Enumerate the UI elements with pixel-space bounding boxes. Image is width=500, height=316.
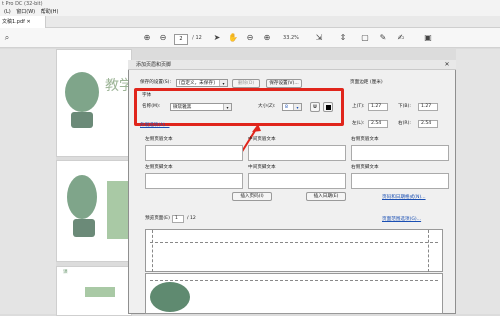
select-tool-icon[interactable]: ➤ — [212, 33, 222, 43]
center-footer-input[interactable] — [248, 173, 346, 189]
search-icon[interactable]: ⌕ — [2, 33, 12, 43]
slide-caption: 课 — [63, 270, 68, 275]
bottom-margin-label: 下(B): — [398, 104, 411, 109]
green-band-2 — [85, 287, 115, 297]
save-settings-button[interactable]: 保存设置(V)... — [266, 79, 302, 88]
page-range-options-link[interactable]: 页面范围选项(G)... — [382, 216, 421, 222]
tab-close-icon[interactable]: ✕ — [26, 19, 30, 25]
preview-top — [145, 229, 443, 272]
page-up-icon[interactable]: ⊕ — [142, 33, 152, 43]
hand-tool-icon[interactable]: ✋ — [228, 33, 238, 43]
page-number-input[interactable]: 2 — [174, 34, 188, 45]
insert-page-number-button[interactable]: 插入页码(I) — [232, 192, 272, 201]
right-header-input[interactable] — [351, 145, 449, 161]
highlight-icon[interactable]: ✍ — [396, 33, 406, 43]
right-margin-guide — [428, 230, 429, 272]
preview-page-label: 预览页面(E) — [145, 216, 170, 221]
window-title: t Pro DC (32-bit) — [0, 0, 500, 8]
annotation-highlight-box — [134, 88, 344, 126]
right-footer-input[interactable] — [351, 173, 449, 189]
comment-icon[interactable]: ▢ — [360, 33, 370, 43]
close-icon[interactable]: ✕ — [441, 61, 453, 69]
page-margin-title: 页面边距 (厘米) — [350, 80, 383, 85]
slide-1: 教学 — [56, 49, 133, 157]
saved-settings-label: 保存的设置(S): — [140, 80, 172, 85]
preview-page-total: / 12 — [187, 216, 196, 221]
pot-illustration-2 — [73, 219, 95, 237]
saved-settings-select[interactable]: [自定义，未保存] ▾ — [176, 79, 228, 87]
page-total: / 12 — [192, 35, 202, 41]
right-margin-label: 右(R): — [398, 121, 411, 126]
menu-bar: (L) 窗口(W) 帮助(H) — [0, 8, 500, 16]
left-header-input[interactable] — [145, 145, 243, 161]
save-icon[interactable]: ▣ — [423, 33, 433, 43]
plant-illustration — [65, 72, 99, 112]
saved-settings-value: [自定义，未保存] — [179, 81, 215, 86]
left-margin-input[interactable]: 2.54 — [368, 120, 388, 128]
plant-illustration-2 — [67, 175, 97, 219]
footer-margin-guide — [150, 280, 438, 281]
preview-bottom — [145, 273, 443, 314]
preview-plant-illustration — [150, 282, 190, 312]
left-header-label: 左侧页眉文本 — [145, 137, 173, 142]
slide-3: 课 — [56, 266, 132, 316]
right-margin-input[interactable]: 2.54 — [418, 120, 438, 128]
zoom-out-icon[interactable]: ⊖ — [245, 33, 255, 43]
scroll-mode-icon[interactable]: ⇕ — [338, 33, 348, 43]
menu-item-l[interactable]: (L) — [4, 9, 11, 15]
slide-2 — [56, 160, 132, 262]
center-header-input[interactable] — [248, 145, 346, 161]
right-header-label: 右侧页眉文本 — [351, 137, 379, 142]
zoom-in-icon[interactable]: ⊕ — [262, 33, 272, 43]
tab-label: 文稿1.pdf — [2, 19, 25, 25]
left-footer-label: 左侧页脚文本 — [145, 165, 173, 170]
left-margin-guide — [152, 230, 153, 272]
pot-illustration — [71, 112, 93, 128]
delete-button[interactable]: 删除(D) — [232, 79, 260, 88]
page-area-left — [0, 49, 56, 314]
center-footer-label: 中间页脚文本 — [248, 165, 276, 170]
tab-document[interactable]: 文稿1.pdf ✕ — [0, 16, 46, 28]
menu-item-help[interactable]: 帮助(H) — [41, 9, 59, 15]
menu-item-window[interactable]: 窗口(W) — [16, 9, 35, 15]
bottom-margin-input[interactable]: 1.27 — [418, 103, 438, 111]
preview-page-input[interactable]: 1 — [172, 215, 184, 223]
page-area-right — [456, 49, 500, 314]
header-margin-guide — [150, 242, 438, 243]
tab-bar — [0, 16, 500, 28]
pen-icon[interactable]: ✎ — [378, 33, 388, 43]
dialog-title: 添加页眉和页脚 — [128, 60, 456, 70]
fit-page-icon[interactable]: ⇲ — [314, 33, 324, 43]
zoom-level[interactable]: 33.2% — [281, 33, 301, 43]
left-margin-label: 左(L): — [352, 121, 365, 126]
appearance-options-link[interactable]: 外观选项(A)... — [140, 122, 169, 128]
left-footer-input[interactable] — [145, 173, 243, 189]
chevron-down-icon: ▾ — [219, 80, 227, 86]
insert-date-button[interactable]: 插入日期(E) — [306, 192, 346, 201]
right-footer-label: 右侧页脚文本 — [351, 165, 379, 170]
page-number-date-format-link[interactable]: 页码和日期格式(N)... — [382, 194, 426, 200]
top-margin-input[interactable]: 1.27 — [368, 103, 388, 111]
page-down-icon[interactable]: ⊖ — [158, 33, 168, 43]
center-header-label: 中间页眉文本 — [248, 137, 276, 142]
top-margin-label: 上(T): — [352, 104, 365, 109]
